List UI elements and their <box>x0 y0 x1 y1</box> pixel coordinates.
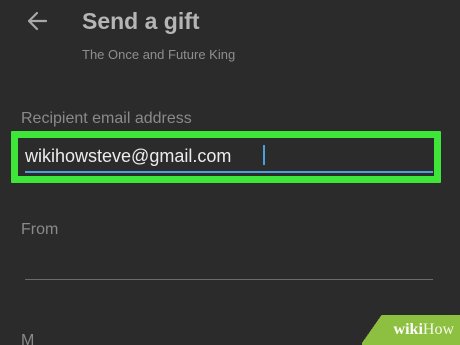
book-title-subtitle: The Once and Future King <box>82 47 236 62</box>
page-title: Send a gift <box>82 8 200 34</box>
from-label: From <box>21 221 59 238</box>
text-cursor <box>263 145 265 165</box>
arrow-left-icon <box>26 11 48 36</box>
watermark-suffix: How <box>422 321 454 338</box>
wikihow-watermark: wiki How <box>362 315 460 345</box>
recipient-email-input[interactable] <box>25 141 433 173</box>
recipient-email-label: Recipient email address <box>21 110 192 127</box>
watermark-prefix: wiki <box>393 321 423 338</box>
message-label-partial: M <box>21 333 35 345</box>
back-button[interactable] <box>22 8 52 38</box>
from-input[interactable] <box>25 250 433 280</box>
